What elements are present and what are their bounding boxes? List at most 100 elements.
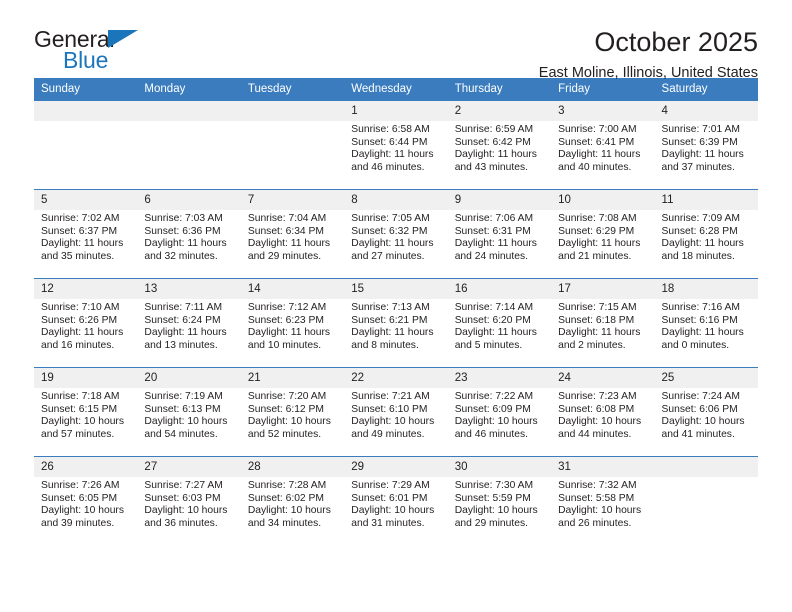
sunset-time: Sunset: 6:36 PM	[144, 225, 221, 237]
day-number: 2	[447, 101, 552, 121]
day-sun-info: Sunrise: 7:11 AM Sunset: 6:24 PM Daylight:…	[137, 299, 240, 352]
calendar-day-cell[interactable]: 27 Sunrise: 7:27 AM Sunset: 6:03 PM Dayligh…	[137, 456, 241, 546]
day-cell-inner: 23 Sunrise: 7:22 AM Sunset: 6:09 PM Dayligh…	[447, 368, 552, 456]
daylight-duration-line1: Daylight: 10 hours	[454, 505, 538, 517]
sunrise-time: Sunrise: 7:10 AM	[41, 302, 120, 313]
sunrise-time: Sunrise: 7:24 AM	[661, 391, 740, 402]
calendar-day-cell[interactable]: 31 Sunrise: 7:32 AM Sunset: 5:58 PM Dayligh…	[551, 456, 655, 546]
day-sun-info: Sunrise: 7:29 AM Sunset: 6:01 PM Daylight:…	[344, 477, 447, 530]
day-cell-inner: 14 Sunrise: 7:12 AM Sunset: 6:23 PM Dayligh…	[240, 279, 345, 367]
day-sun-info: Sunrise: 7:22 AM Sunset: 6:09 PM Daylight:…	[448, 388, 551, 441]
day-sun-info: Sunrise: 7:18 AM Sunset: 6:15 PM Daylight:…	[34, 388, 137, 441]
calendar-day-cell[interactable]: 22 Sunrise: 7:21 AM Sunset: 6:10 PM Dayligh…	[344, 367, 448, 457]
calendar-day-cell[interactable]: 18 Sunrise: 7:16 AM Sunset: 6:16 PM Dayligh…	[654, 278, 758, 368]
sunrise-time: Sunrise: 6:59 AM	[454, 124, 534, 135]
calendar-day-cell[interactable]: 16 Sunrise: 7:14 AM Sunset: 6:20 PM Dayligh…	[447, 278, 552, 368]
calendar-day-cell[interactable]: 21 Sunrise: 7:20 AM Sunset: 6:12 PM Dayligh…	[240, 367, 345, 457]
calendar-day-cell[interactable]: 4 Sunrise: 7:01 AM Sunset: 6:39 PM Daylight…	[654, 100, 758, 190]
sunrise-time: Sunrise: 7:27 AM	[144, 480, 223, 491]
calendar-day-cell[interactable]: 20 Sunrise: 7:19 AM Sunset: 6:13 PM Dayligh…	[137, 367, 241, 457]
calendar-day-cell	[240, 100, 345, 190]
day-cell-inner: 5 Sunrise: 7:02 AM Sunset: 6:37 PM Daylight…	[34, 190, 138, 278]
calendar-day-cell[interactable]: 19 Sunrise: 7:18 AM Sunset: 6:15 PM Dayligh…	[34, 367, 138, 457]
calendar-day-cell[interactable]: 17 Sunrise: 7:15 AM Sunset: 6:18 PM Dayligh…	[551, 278, 655, 368]
daylight-duration-line2: and 43 minutes.	[454, 161, 528, 173]
sunrise-time: Sunrise: 7:19 AM	[144, 391, 223, 402]
sunset-time: Sunset: 6:34 PM	[247, 225, 324, 237]
daylight-duration-line2: and 18 minutes.	[661, 250, 735, 262]
calendar-day-cell[interactable]: 30 Sunrise: 7:30 AM Sunset: 5:59 PM Dayligh…	[447, 456, 552, 546]
daylight-duration-line2: and 5 minutes.	[454, 339, 523, 351]
daylight-duration-line1: Daylight: 10 hours	[41, 416, 124, 428]
day-cell-inner: 20 Sunrise: 7:19 AM Sunset: 6:13 PM Dayligh…	[137, 368, 241, 456]
calendar-day-cell[interactable]: 29 Sunrise: 7:29 AM Sunset: 6:01 PM Dayligh…	[344, 456, 448, 546]
day-cell-inner: 28 Sunrise: 7:28 AM Sunset: 6:02 PM Dayligh…	[240, 457, 345, 546]
calendar-day-cell[interactable]: 1 Sunrise: 6:58 AM Sunset: 6:44 PM Daylight…	[344, 100, 448, 190]
daylight-duration-line1: Daylight: 10 hours	[558, 505, 642, 517]
day-cell-inner: 25 Sunrise: 7:24 AM Sunset: 6:06 PM Dayligh…	[654, 368, 758, 456]
sunrise-time: Sunrise: 7:02 AM	[41, 213, 120, 224]
day-number: 25	[654, 368, 758, 388]
day-cell-inner: 18 Sunrise: 7:16 AM Sunset: 6:16 PM Dayligh…	[654, 279, 758, 367]
calendar-day-cell[interactable]: 9 Sunrise: 7:06 AM Sunset: 6:31 PM Daylight…	[447, 189, 552, 279]
calendar-day-cell[interactable]: 13 Sunrise: 7:11 AM Sunset: 6:24 PM Dayligh…	[137, 278, 241, 368]
sunrise-time: Sunrise: 7:28 AM	[247, 480, 327, 491]
day-cell-inner: 12 Sunrise: 7:10 AM Sunset: 6:26 PM Dayligh…	[34, 279, 138, 367]
day-sun-info: Sunrise: 7:09 AM Sunset: 6:28 PM Daylight:…	[655, 210, 758, 263]
day-sun-info: Sunrise: 7:30 AM Sunset: 5:59 PM Daylight:…	[448, 477, 551, 530]
brand-logo[interactable]: General Blue	[34, 26, 149, 74]
calendar-day-cell[interactable]: 3 Sunrise: 7:00 AM Sunset: 6:41 PM Daylight…	[551, 100, 655, 190]
calendar-day-cell[interactable]: 14 Sunrise: 7:12 AM Sunset: 6:23 PM Dayligh…	[240, 278, 345, 368]
sunrise-time: Sunrise: 7:21 AM	[351, 391, 430, 402]
day-cell-inner: 26 Sunrise: 7:26 AM Sunset: 6:05 PM Dayligh…	[34, 457, 138, 546]
calendar-day-cell[interactable]: 24 Sunrise: 7:23 AM Sunset: 6:08 PM Dayligh…	[551, 367, 655, 457]
calendar-day-cell[interactable]: 6 Sunrise: 7:03 AM Sunset: 6:36 PM Daylight…	[137, 189, 241, 279]
day-number: 4	[654, 101, 758, 121]
calendar-day-cell[interactable]: 26 Sunrise: 7:26 AM Sunset: 6:05 PM Dayligh…	[34, 456, 138, 546]
sunrise-time: Sunrise: 7:15 AM	[558, 302, 637, 313]
calendar-day-cell[interactable]: 12 Sunrise: 7:10 AM Sunset: 6:26 PM Dayligh…	[34, 278, 138, 368]
day-number: 15	[344, 279, 448, 299]
calendar-day-cell[interactable]: 23 Sunrise: 7:22 AM Sunset: 6:09 PM Dayligh…	[447, 367, 552, 457]
day-sun-info: Sunrise: 7:21 AM Sunset: 6:10 PM Daylight:…	[344, 388, 447, 441]
daylight-duration-line1: Daylight: 10 hours	[351, 505, 435, 517]
day-number: 21	[240, 368, 345, 388]
sunset-time: Sunset: 6:08 PM	[558, 403, 635, 415]
day-cell-inner: 1 Sunrise: 6:58 AM Sunset: 6:44 PM Daylight…	[344, 101, 448, 189]
daylight-duration-line1: Daylight: 11 hours	[661, 327, 744, 339]
sunset-time: Sunset: 6:01 PM	[351, 492, 428, 504]
calendar-day-cell[interactable]: 8 Sunrise: 7:05 AM Sunset: 6:32 PM Daylight…	[344, 189, 448, 279]
daylight-duration-line2: and 2 minutes.	[558, 339, 626, 351]
sunset-time: Sunset: 6:10 PM	[351, 403, 428, 415]
day-cell-inner: 24 Sunrise: 7:23 AM Sunset: 6:08 PM Dayligh…	[551, 368, 655, 456]
day-sun-info: Sunrise: 7:12 AM Sunset: 6:23 PM Daylight:…	[241, 299, 344, 352]
day-cell-inner: 2 Sunrise: 6:59 AM Sunset: 6:42 PM Daylight…	[447, 101, 552, 189]
calendar-day-cell	[654, 456, 758, 546]
day-number: 16	[447, 279, 552, 299]
daylight-duration-line1: Daylight: 11 hours	[558, 327, 641, 339]
calendar-day-cell[interactable]: 7 Sunrise: 7:04 AM Sunset: 6:34 PM Daylight…	[240, 189, 345, 279]
daylight-duration-line2: and 54 minutes.	[144, 428, 218, 440]
day-sun-info: Sunrise: 7:06 AM Sunset: 6:31 PM Daylight:…	[448, 210, 551, 263]
sunrise-time: Sunrise: 7:11 AM	[144, 302, 223, 313]
day-sun-info: Sunrise: 7:27 AM Sunset: 6:03 PM Daylight:…	[137, 477, 240, 530]
day-number: 29	[344, 457, 448, 477]
calendar-day-cell[interactable]: 25 Sunrise: 7:24 AM Sunset: 6:06 PM Dayligh…	[654, 367, 758, 457]
sunset-time: Sunset: 6:41 PM	[558, 136, 635, 148]
calendar-day-cell[interactable]: 10 Sunrise: 7:08 AM Sunset: 6:29 PM Dayligh…	[551, 189, 655, 279]
daylight-duration-line2: and 57 minutes.	[41, 428, 115, 440]
day-number: 7	[240, 190, 345, 210]
calendar-day-cell[interactable]: 2 Sunrise: 6:59 AM Sunset: 6:42 PM Daylight…	[447, 100, 552, 190]
sunset-time: Sunset: 6:06 PM	[661, 403, 738, 415]
day-number: 18	[654, 279, 758, 299]
sunset-time: Sunset: 6:31 PM	[454, 225, 531, 237]
day-sun-info: Sunrise: 7:19 AM Sunset: 6:13 PM Daylight:…	[137, 388, 240, 441]
day-cell-inner	[240, 101, 345, 189]
calendar-day-cell[interactable]: 5 Sunrise: 7:02 AM Sunset: 6:37 PM Daylight…	[34, 189, 138, 279]
day-sun-info: Sunrise: 7:13 AM Sunset: 6:21 PM Daylight:…	[344, 299, 447, 352]
day-number: 24	[551, 368, 655, 388]
calendar-day-cell[interactable]: 28 Sunrise: 7:28 AM Sunset: 6:02 PM Dayligh…	[240, 456, 345, 546]
sunset-time: Sunset: 5:59 PM	[454, 492, 531, 504]
calendar-day-cell[interactable]: 15 Sunrise: 7:13 AM Sunset: 6:21 PM Dayligh…	[344, 278, 448, 368]
calendar-day-cell[interactable]: 11 Sunrise: 7:09 AM Sunset: 6:28 PM Dayligh…	[654, 189, 758, 279]
